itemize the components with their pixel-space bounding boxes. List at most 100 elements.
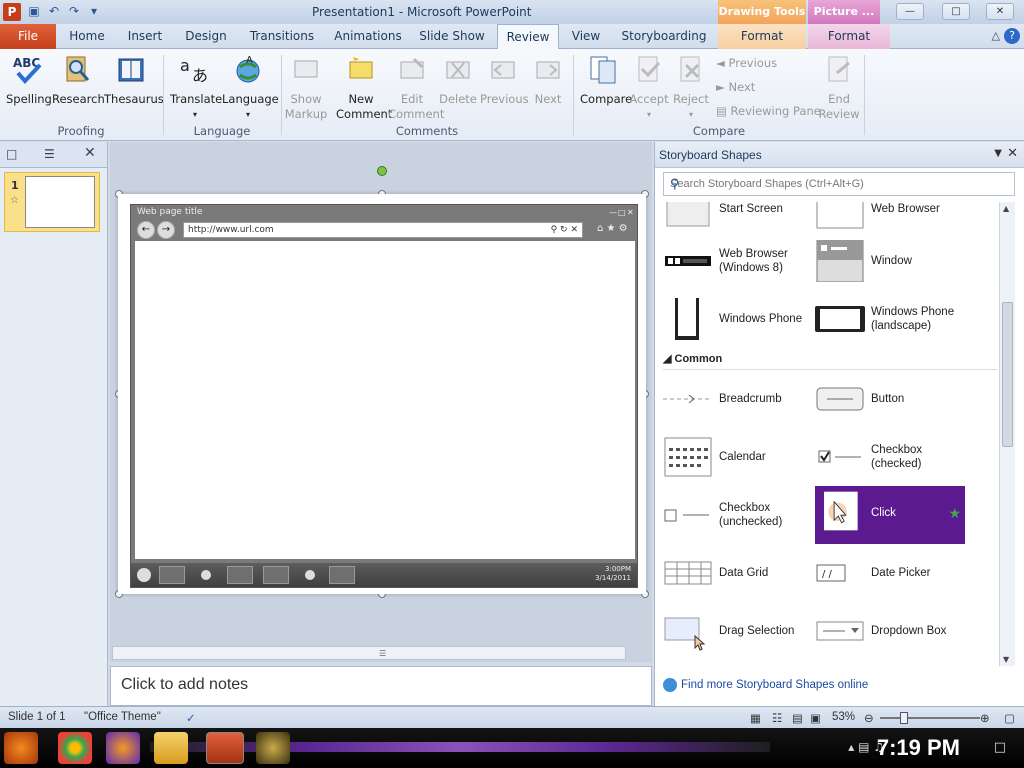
pane-close-icon[interactable]: ✕ — [1007, 146, 1018, 161]
zoom-in-icon[interactable]: ⊕ — [980, 711, 990, 725]
tab-storyboarding[interactable]: Storyboarding — [616, 24, 712, 49]
compare-previous-button[interactable]: ◄ Previous — [716, 56, 777, 70]
section-common[interactable]: ◢ Common — [663, 352, 997, 370]
notes-pane[interactable]: Click to add notes — [110, 666, 652, 706]
zoom-level[interactable]: 53% — [832, 711, 855, 723]
shape-window[interactable]: Window — [815, 234, 965, 288]
zoom-out-icon[interactable]: ⊖ — [864, 711, 874, 725]
scroll-up-icon[interactable]: ▲ — [1003, 204, 1009, 213]
close-panel-icon[interactable]: ✕ — [84, 145, 96, 161]
slideshow-view-icon[interactable]: ▣ — [810, 711, 821, 725]
normal-view-icon[interactable]: ▦ — [750, 711, 761, 725]
zoom-slider-thumb[interactable] — [900, 712, 908, 724]
maximize-button[interactable]: □ — [942, 3, 970, 20]
shapes-search-input[interactable]: Search Storyboard Shapes (Ctrl+Alt+G) ⚲ — [663, 172, 1015, 196]
slide-sorter-icon[interactable]: ☷ — [772, 711, 782, 725]
find-more-shapes-link[interactable]: Find more Storyboard Shapes online — [663, 678, 868, 692]
customize-qat-icon[interactable]: ▾ — [86, 3, 102, 19]
scrollbar-thumb[interactable] — [1002, 302, 1013, 447]
shape-checkbox-checked[interactable]: Checkbox (checked) — [815, 430, 965, 484]
search-icon[interactable]: ⚲ — [670, 176, 1008, 192]
end-review-button[interactable]: End Review — [818, 53, 860, 122]
edit-comment-button[interactable]: Edit Comment — [388, 53, 444, 122]
delete-comment-button[interactable]: Delete — [438, 53, 478, 107]
tab-insert[interactable]: Insert — [120, 24, 170, 49]
compare-button[interactable]: Compare — [580, 53, 632, 107]
explorer-taskbar-icon[interactable] — [154, 732, 188, 764]
close-button[interactable]: ✕ — [986, 3, 1014, 20]
tab-slide-show[interactable]: Slide Show — [414, 24, 490, 49]
shape-web-browser[interactable]: Web Browser — [815, 202, 965, 236]
shape-checkbox-unchecked[interactable]: Checkbox (unchecked) — [663, 488, 813, 542]
redo-icon[interactable]: ↷ — [66, 3, 82, 19]
taskbar-clock[interactable]: 7:19 PM — [877, 735, 960, 761]
tab-home[interactable]: Home — [64, 24, 110, 49]
tab-transitions[interactable]: Transitions — [244, 24, 320, 49]
zoom-slider-track[interactable] — [880, 717, 980, 719]
horizontal-scrollbar[interactable]: ☰ — [112, 646, 626, 660]
fit-to-window-icon[interactable]: ▢ — [1004, 711, 1015, 725]
shapes-vertical-scrollbar[interactable]: ▲ ▼ — [999, 202, 1015, 666]
shape-date-picker[interactable]: / / Date Picker — [815, 546, 965, 600]
accept-button[interactable]: Accept ▾ — [628, 53, 670, 122]
scroll-down-icon[interactable]: ▼ — [1003, 655, 1009, 664]
shape-dropdown-box[interactable]: Dropdown Box — [815, 604, 965, 658]
shape-data-grid[interactable]: Data Grid — [663, 546, 813, 600]
web-browser-shape[interactable]: Web page title — □ ✕ ← → http://www.url.… — [130, 204, 638, 588]
spelling-button[interactable]: ABC Spelling — [6, 53, 52, 107]
shape-start-screen[interactable]: Start Screen — [663, 202, 813, 236]
chrome-taskbar-icon[interactable] — [58, 732, 92, 764]
tab-format-picture[interactable]: Format — [808, 24, 890, 49]
shape-breadcrumb[interactable]: Breadcrumb — [663, 372, 813, 426]
shape-drag-selection[interactable]: Drag Selection — [663, 604, 813, 658]
shape-windows-phone[interactable]: Windows Phone — [663, 292, 813, 346]
slide-canvas[interactable]: Web page title — □ ✕ ← → http://www.url.… — [118, 194, 646, 594]
shape-button[interactable]: Button — [815, 372, 965, 426]
reading-view-icon[interactable]: ▤ — [792, 711, 803, 725]
research-button[interactable]: Research — [52, 53, 105, 107]
thesaurus-button[interactable]: Thesaurus — [104, 53, 164, 107]
tab-review[interactable]: Review — [497, 24, 559, 50]
reviewing-pane-button[interactable]: ▤ Reviewing Pane — [716, 104, 821, 118]
favorite-star-icon[interactable]: ★ — [948, 506, 961, 522]
language-button[interactable]: A Language ▾ — [222, 53, 279, 122]
spell-check-icon[interactable]: ✓ — [186, 711, 196, 725]
reject-button[interactable]: Reject ▾ — [672, 53, 710, 122]
tab-format-drawing[interactable]: Format — [718, 24, 806, 49]
browser-search-refresh-icons: ⚲ ↻ ✕ — [550, 225, 578, 235]
shape-windows-phone-landscape[interactable]: Windows Phone (landscape) — [815, 292, 965, 346]
previous-comment-button[interactable]: Previous — [480, 53, 529, 107]
slides-tab-icon[interactable]: □ — [6, 147, 17, 161]
svg-text:/ /: / / — [822, 569, 833, 580]
powerpoint-taskbar-icon[interactable] — [206, 732, 244, 764]
shape-web-browser-windows-8[interactable]: Web Browser (Windows 8) — [663, 234, 813, 288]
new-comment-button[interactable]: New Comment — [336, 53, 392, 122]
app-taskbar-icon[interactable] — [256, 732, 290, 764]
slides-panel-tabs: □ ☰ ✕ — [0, 142, 107, 168]
show-markup-button[interactable]: Show Markup — [284, 53, 328, 122]
start-button[interactable] — [4, 732, 38, 764]
tab-animations[interactable]: Animations — [330, 24, 406, 49]
tab-file[interactable]: File — [0, 24, 56, 49]
rotate-handle[interactable] — [377, 166, 387, 176]
minimize-button[interactable]: — — [896, 3, 924, 20]
tab-view[interactable]: View — [566, 24, 606, 49]
translate-button[interactable]: aあ Translate ▾ — [170, 53, 222, 122]
firefox-taskbar-icon[interactable] — [106, 732, 140, 764]
next-comment-button[interactable]: Next — [530, 53, 566, 107]
shape-calendar[interactable]: Calendar — [663, 430, 813, 484]
pane-title: Storyboard Shapes — [659, 148, 762, 162]
help-icon[interactable]: ? — [1004, 28, 1020, 44]
compare-next-button[interactable]: ► Next — [716, 80, 755, 94]
minimize-ribbon-icon[interactable]: △ — [992, 29, 1000, 42]
undo-icon[interactable]: ↶ — [46, 3, 62, 19]
powerpoint-app-icon[interactable]: P — [3, 3, 21, 21]
action-center-icon[interactable]: □ — [994, 740, 1006, 755]
outline-tab-icon[interactable]: ☰ — [44, 147, 55, 161]
tab-design[interactable]: Design — [180, 24, 232, 49]
pane-options-dropdown-icon[interactable]: ▼ — [994, 148, 1002, 159]
save-icon[interactable]: ▣ — [26, 3, 42, 19]
slide-thumbnail[interactable] — [25, 176, 95, 228]
shape-click-selected[interactable]: Click ★ — [815, 486, 965, 544]
slide-thumbnail-row[interactable]: 1 ☆ — [4, 172, 100, 232]
